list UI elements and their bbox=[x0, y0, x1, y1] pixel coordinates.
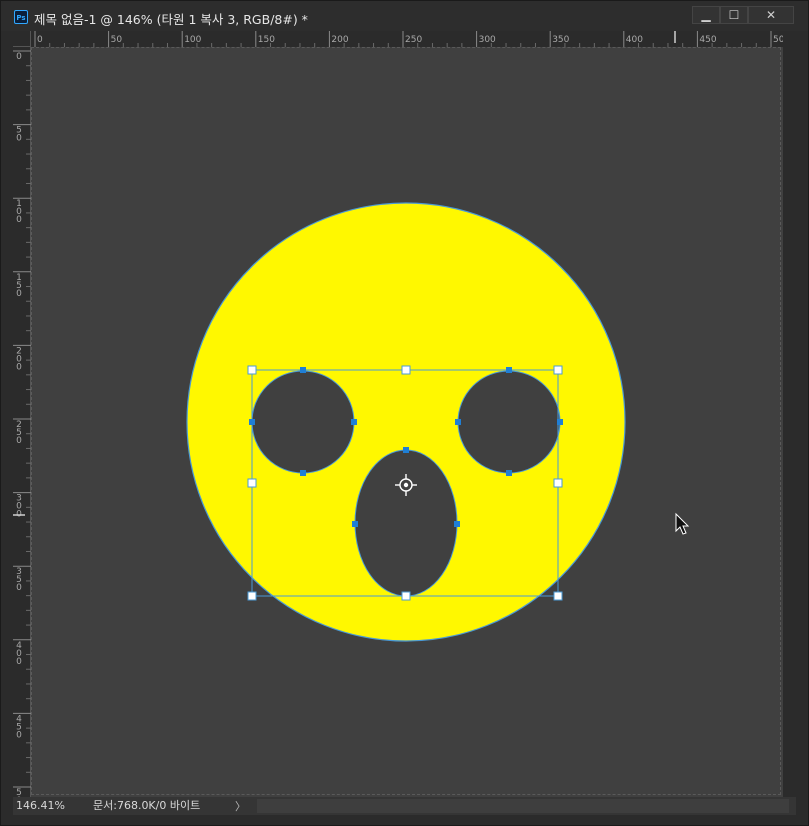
ruler-label: 500 bbox=[773, 35, 783, 45]
anchor-point[interactable] bbox=[351, 419, 357, 425]
photoshop-logo-icon: Ps bbox=[14, 10, 28, 24]
anchor-point[interactable] bbox=[455, 419, 461, 425]
close-button[interactable]: ✕ bbox=[748, 6, 794, 24]
ruler-label: 350 bbox=[16, 567, 22, 593]
anchor-point[interactable] bbox=[249, 419, 255, 425]
ruler-label: 200 bbox=[16, 346, 22, 372]
ruler-label: 100 bbox=[16, 199, 22, 225]
artwork bbox=[186, 202, 690, 642]
status-menu-arrow-icon[interactable]: 〉 bbox=[235, 798, 246, 814]
ruler-label: 450 bbox=[16, 714, 22, 740]
ruler-label: 350 bbox=[552, 35, 569, 45]
transform-handle-top[interactable] bbox=[401, 365, 411, 375]
horizontal-ruler[interactable]: 0 50 100 150 200 250 300 350 400 450 500 bbox=[31, 31, 790, 48]
anchor-point[interactable] bbox=[454, 521, 460, 527]
maximize-button[interactable]: ☐ bbox=[720, 6, 748, 24]
title-bar[interactable]: Ps 제목 없음-1 @ 146% (타원 1 복사 3, RGB/8#) * … bbox=[1, 1, 808, 31]
ruler-label: 400 bbox=[626, 35, 643, 45]
ruler-label: 50 bbox=[111, 35, 123, 45]
status-bar: 146.41% 문서:768.0K/0 바이트 〉 bbox=[13, 797, 796, 815]
ruler-label: 250 bbox=[405, 35, 422, 45]
transform-handle-left[interactable] bbox=[247, 478, 257, 488]
ruler-label: 0 bbox=[16, 52, 22, 62]
vertical-scrollbar[interactable] bbox=[783, 31, 796, 797]
document-info[interactable]: 문서:768.0K/0 바이트 bbox=[93, 797, 200, 813]
transform-handle-right[interactable] bbox=[553, 478, 563, 488]
left-eye-ellipse[interactable] bbox=[251, 370, 355, 474]
vertical-ruler[interactable]: 050100150200250300350400450500 bbox=[13, 47, 31, 814]
anchor-point[interactable] bbox=[300, 367, 306, 373]
ruler-label: 250 bbox=[16, 420, 22, 446]
ruler-label: 500 bbox=[16, 788, 22, 797]
ruler-label: 450 bbox=[699, 35, 716, 45]
transform-handle-bottom-right[interactable] bbox=[553, 591, 563, 601]
horizontal-scrollbar[interactable] bbox=[257, 799, 789, 813]
transform-handle-top-right[interactable] bbox=[553, 365, 563, 375]
ruler-corner[interactable] bbox=[13, 31, 31, 47]
anchor-point[interactable] bbox=[506, 470, 512, 476]
anchor-point[interactable] bbox=[557, 419, 563, 425]
anchor-point[interactable] bbox=[300, 470, 306, 476]
ruler-label: 150 bbox=[16, 273, 22, 299]
ruler-label: 300 bbox=[479, 35, 496, 45]
anchor-point[interactable] bbox=[352, 521, 358, 527]
ruler-label: 100 bbox=[184, 35, 201, 45]
zoom-level[interactable]: 146.41% bbox=[16, 799, 65, 812]
horizontal-ruler-ticks: 0 50 100 150 200 250 300 350 400 450 500 bbox=[34, 31, 790, 47]
transform-handle-top-left[interactable] bbox=[247, 365, 257, 375]
document-window: Ps 제목 없음-1 @ 146% (타원 1 복사 3, RGB/8#) * … bbox=[0, 0, 809, 826]
document-title: 제목 없음-1 @ 146% (타원 1 복사 3, RGB/8#) * bbox=[34, 12, 308, 27]
mouth-ellipse[interactable] bbox=[354, 449, 458, 597]
arrow-cursor-icon bbox=[675, 512, 690, 535]
ruler-label: 50 bbox=[16, 126, 22, 144]
right-eye-ellipse[interactable] bbox=[457, 370, 561, 474]
vertical-ruler-ticks: 050100150200250300350400450500 bbox=[13, 50, 31, 814]
ruler-label: 400 bbox=[16, 641, 22, 667]
canvas[interactable] bbox=[31, 47, 783, 797]
anchor-point[interactable] bbox=[403, 447, 409, 453]
ruler-label: 150 bbox=[258, 35, 275, 45]
anchor-point[interactable] bbox=[506, 367, 512, 373]
minimize-button[interactable]: ▁ bbox=[692, 6, 720, 24]
transform-handle-bottom-left[interactable] bbox=[247, 591, 257, 601]
ruler-label: 200 bbox=[331, 35, 348, 45]
transform-handle-bottom[interactable] bbox=[401, 591, 411, 601]
ruler-label: 0 bbox=[37, 35, 43, 45]
